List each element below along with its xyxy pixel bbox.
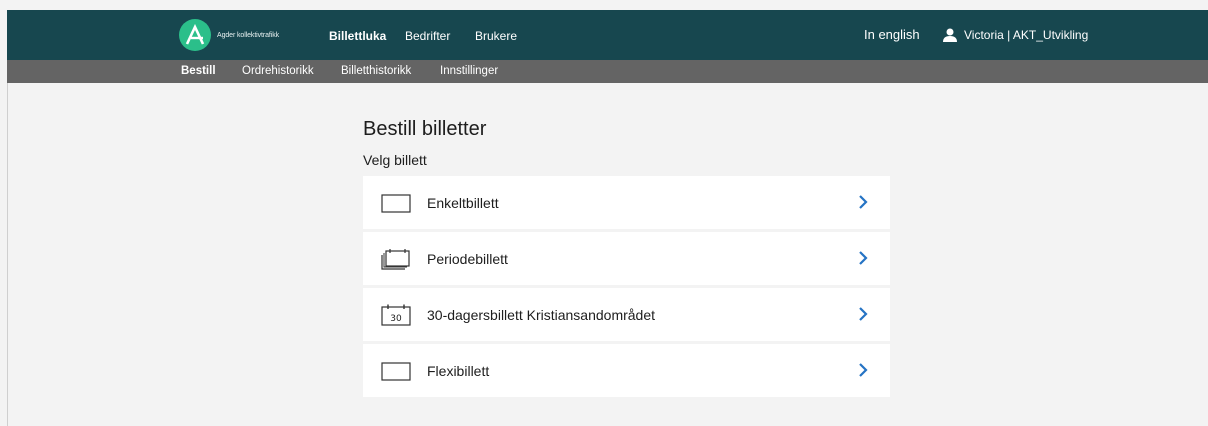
nav-bedrifter[interactable]: Bedrifter — [405, 29, 450, 43]
top-navigation-bar: Agder kollektivtrafikk Billettluka Bedri… — [7, 10, 1208, 60]
ticket-list: Enkeltbillett Periodebillett 30 30-dager… — [363, 176, 890, 397]
chevron-right-icon — [859, 363, 868, 377]
ticket-label: Enkeltbillett — [427, 194, 499, 211]
subnav-billetthistorikk[interactable]: Billetthistorikk — [341, 65, 411, 77]
logo[interactable]: Agder kollektivtrafikk — [179, 19, 279, 51]
period-ticket-icon — [381, 249, 410, 270]
user-menu[interactable]: Victoria | AKT_Utvikling — [942, 28, 1088, 42]
nav-brukere[interactable]: Brukere — [475, 29, 517, 43]
subnav-ordrehistorikk[interactable]: Ordrehistorikk — [242, 65, 314, 77]
calendar-30-text: 30 — [390, 314, 402, 324]
calendar-30-icon: 30 — [381, 304, 411, 326]
user-name: Victoria | AKT_Utvikling — [964, 28, 1089, 42]
ticket-icon — [381, 194, 411, 213]
ticket-option-30-dagersbillett[interactable]: 30 30-dagersbillett Kristiansandområdet — [363, 288, 890, 341]
language-link[interactable]: In english — [864, 27, 920, 42]
ticket-option-enkeltbillett[interactable]: Enkeltbillett — [363, 176, 890, 229]
ticket-label: Periodebillett — [427, 250, 508, 267]
ticket-label: Flexibillett — [427, 362, 490, 379]
page-subtitle: Velg billett — [363, 152, 427, 168]
main-content: Bestill billetter Velg billett Enkeltbil… — [363, 118, 890, 400]
chevron-right-icon — [859, 251, 868, 265]
user-icon — [943, 28, 957, 42]
page-border — [7, 83, 8, 426]
ticket-option-periodebillett[interactable]: Periodebillett — [363, 232, 890, 285]
ticket-label: 30-dagersbillett Kristiansandområdet — [427, 306, 656, 323]
page-title: Bestill billetter — [363, 118, 487, 140]
logo-text: Agder kollektivtrafikk — [217, 31, 279, 39]
ticket-option-flexibillett[interactable]: Flexibillett — [363, 344, 890, 397]
nav-billettluka[interactable]: Billettluka — [329, 29, 386, 43]
chevron-right-icon — [859, 307, 868, 321]
chevron-right-icon — [859, 195, 868, 209]
sub-navigation-bar: Bestill Ordrehistorikk Billetthistorikk … — [7, 60, 1208, 83]
subnav-bestill[interactable]: Bestill — [181, 65, 216, 77]
subnav-innstillinger[interactable]: Innstillinger — [440, 65, 498, 77]
ticket-icon — [381, 362, 411, 381]
logo-icon — [179, 19, 211, 51]
